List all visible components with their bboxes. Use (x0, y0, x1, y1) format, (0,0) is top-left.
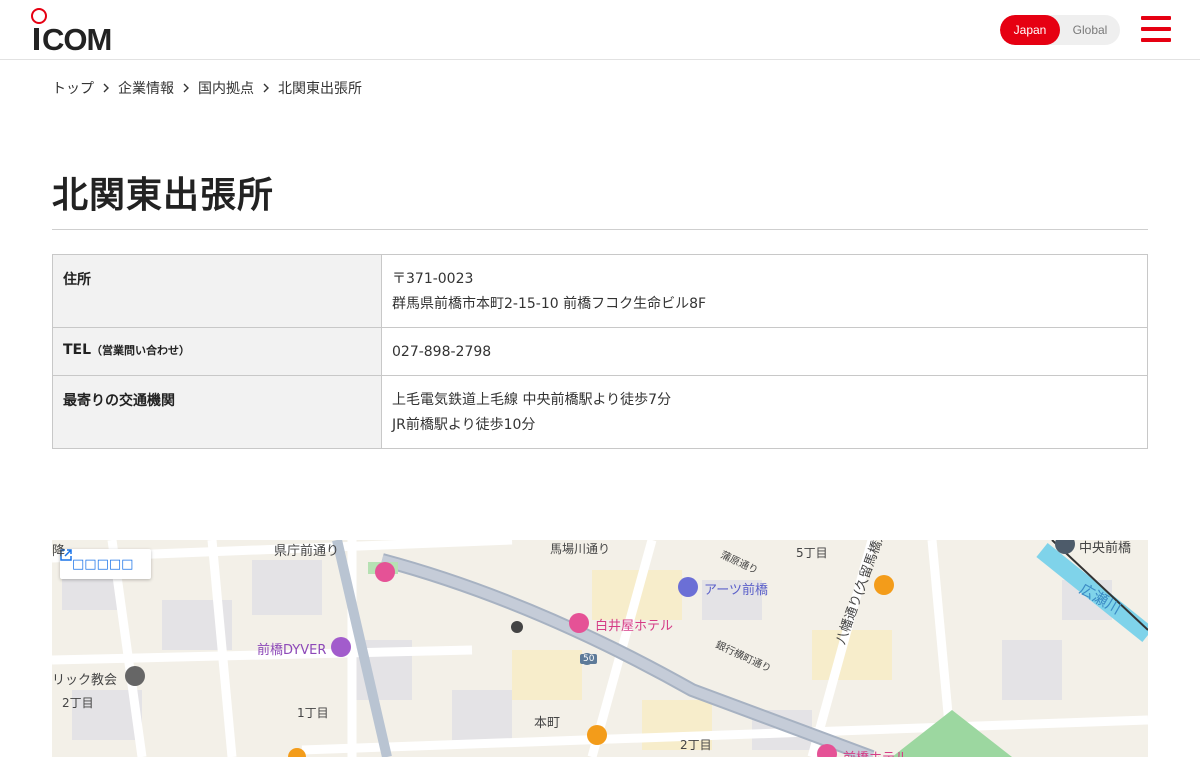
hamburger-menu-icon[interactable] (1141, 16, 1171, 43)
map-canvas (52, 540, 1148, 757)
address-value: 〒371-0023 群馬県前橋市本町2-15-10 前橋フコク生命ビル8F (381, 254, 1148, 328)
map-label-corner: 降 (52, 544, 66, 559)
map-poi-shiraiya[interactable]: 白井屋ホテル (595, 615, 673, 634)
map-label-1chome: 1丁目 (297, 706, 329, 720)
tel-label: TEL（営業問い合わせ） (52, 327, 382, 376)
site-header: COM Japan Global (0, 0, 1200, 60)
table-row: 住所 〒371-0023 群馬県前橋市本町2-15-10 前橋フコク生命ビル8F (52, 254, 1148, 328)
map-label-honcho: 本町 (534, 716, 561, 731)
address-label-text: 住所 (63, 272, 91, 288)
breadcrumb-current: 北関東出張所 (278, 81, 362, 97)
access-line-2: JR前橋駅より徒歩10分 (392, 417, 536, 433)
breadcrumb: トップ 企業情報 国内拠点 北関東出張所 (52, 78, 362, 98)
map-route-50: 50 (580, 654, 598, 664)
phone-number[interactable]: 027-898-2798 (392, 340, 1137, 365)
open-in-maps-link[interactable]: □□□□□ (60, 549, 152, 579)
icom-logo[interactable]: COM (30, 8, 122, 52)
open-in-maps-label: □□□□□ (72, 556, 134, 572)
tel-value: 027-898-2798 (381, 327, 1148, 376)
breadcrumb-company[interactable]: 企業情報 (118, 78, 174, 98)
title-divider (52, 229, 1148, 230)
language-switcher: Japan Global (1000, 15, 1120, 45)
chevron-right-icon (94, 78, 118, 98)
map-label-2chome-east: 2丁目 (680, 738, 712, 752)
map-label-5chome: 5丁目 (796, 546, 828, 560)
access-line-1: 上毛電気鉄道上毛線 中央前橋駅より徒歩7分 (392, 392, 672, 408)
page-title: 北関東出張所 (52, 175, 275, 216)
postal-code: 〒371-0023 (392, 271, 474, 287)
map-label-kencho: 県庁前通り (274, 544, 340, 559)
map-label-chuo-maebashi: 中央前橋 (1079, 541, 1132, 556)
tel-label-text: TEL (63, 342, 92, 358)
map-label-umaba: 馬場川通り (550, 542, 611, 556)
map-poi-arts[interactable]: アーツ前橋 (704, 579, 768, 598)
lang-japan-button[interactable]: Japan (1000, 15, 1060, 45)
map-label-church: リック教会 (52, 673, 118, 688)
address-line: 群馬県前橋市本町2-15-10 前橋フコク生命ビル8F (392, 296, 707, 312)
access-value: 上毛電気鉄道上毛線 中央前橋駅より徒歩7分 JR前橋駅より徒歩10分 (381, 375, 1148, 449)
google-map[interactable]: □□□□□ 県庁前通り 降 馬場川通り 5丁目 中央前橋 広瀬川 アーツ前橋 白… (52, 540, 1148, 757)
table-row: 最寄りの交通機関 上毛電気鉄道上毛線 中央前橋駅より徒歩7分 JR前橋駅より徒歩… (52, 375, 1148, 449)
access-label: 最寄りの交通機関 (52, 375, 382, 449)
map-label-2chome-west: 2丁目 (62, 696, 94, 710)
lang-global-button[interactable]: Global (1060, 15, 1120, 45)
table-row: TEL（営業問い合わせ） 027-898-2798 (52, 327, 1148, 376)
map-poi-dyver[interactable]: 前橋DYVER (257, 639, 326, 658)
chevron-right-icon (174, 78, 198, 98)
access-label-text: 最寄りの交通機関 (63, 393, 175, 409)
address-label: 住所 (52, 254, 382, 328)
breadcrumb-domestic[interactable]: 国内拠点 (198, 78, 254, 98)
office-info-table: 住所 〒371-0023 群馬県前橋市本町2-15-10 前橋フコク生命ビル8F… (52, 254, 1148, 449)
tel-label-note: （営業問い合わせ） (91, 344, 191, 357)
map-poi-maebashi-hotel[interactable]: 前橋ホテル (843, 747, 908, 757)
breadcrumb-top[interactable]: トップ (52, 78, 94, 98)
chevron-right-icon (254, 78, 278, 98)
svg-text:COM: COM (42, 22, 111, 52)
